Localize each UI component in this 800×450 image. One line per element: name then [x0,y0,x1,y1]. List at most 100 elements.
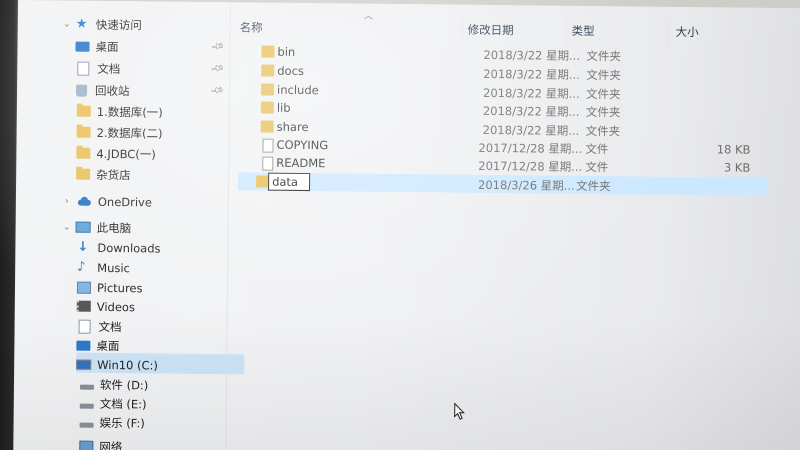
photo-background: ⌄ ★ 快速访问 桌面 📌︎ 文档 📌︎ 回收站 📌︎ 1.数据库(一) 2.数… [0,0,800,450]
nav-label: Pictures [96,280,143,295]
mouse-pointer-icon [454,402,465,420]
star-icon: ★ [75,16,88,32]
pin-icon[interactable]: 📌︎ [210,40,225,55]
nav-desktop[interactable]: 桌面 [75,37,119,56]
cloud-icon [76,196,92,206]
nav-label: 4.JDBC(一) [96,146,156,161]
nav-label: 文档 [98,319,122,334]
chevron-right-icon: › [65,196,69,207]
file-icon [262,138,274,153]
nav-drive-e[interactable]: 文档 (E:) [79,394,147,414]
music-icon: ♪ [77,259,86,275]
column-date-modified[interactable]: 修改日期 [468,22,514,38]
nav-label: Videos [96,299,136,314]
file-type: 文件夹 [585,86,621,102]
chevron-down-icon: ⌄ [62,221,71,233]
recycle-bin-icon [75,84,88,97]
nav-drive-c[interactable]: Win10 (C:) [76,355,158,375]
nav-drive-f[interactable]: 娱乐 (F:) [79,413,145,433]
drive-icon [79,422,94,428]
column-name[interactable]: 名称 [240,19,263,35]
nav-downloads[interactable]: ↓ Downloads [77,238,160,258]
nav-label: Music [97,260,131,275]
nav-quick-access[interactable]: ⌄ ★ 快速访问 [62,14,142,34]
file-name: share [276,119,309,135]
nav-onedrive[interactable]: › OneDrive [62,191,152,211]
nav-drive-d[interactable]: 软件 (D:) [79,375,149,395]
navigation-pane: ⌄ ★ 快速访问 桌面 📌︎ 文档 📌︎ 回收站 📌︎ 1.数据库(一) 2.数… [13,0,245,450]
file-date: 2017/12/28 星期... [478,158,583,174]
file-type: 文件夹 [585,123,621,139]
file-type: 文件夹 [576,178,611,194]
nav-folder-grocery[interactable]: 杂货店 [76,165,131,185]
folder-icon [261,83,275,96]
file-size: 3 KB [723,160,751,175]
chevron-down-icon: ⌄ [62,18,71,30]
rename-text: data [272,174,299,189]
file-type: 文件 [585,141,609,157]
file-type: 文件夹 [586,67,621,83]
file-name: docs [277,63,305,78]
folder-icon [76,147,91,159]
rename-input[interactable]: data [268,172,311,192]
pin-icon[interactable]: 📌︎ [209,62,224,77]
file-date: 2018/3/22 星期... [483,66,580,82]
nav-label: 桌面 [96,338,120,353]
file-name: bin [277,44,296,59]
column-divider[interactable] [461,18,463,43]
nav-label: 回收站 [94,83,130,98]
pin-icon[interactable]: 📌︎ [209,84,224,99]
desktop-icon [75,41,90,52]
nav-label: 此电脑 [96,220,132,235]
nav-music[interactable]: ♪ Music [77,258,130,278]
file-icon [262,156,274,171]
folder-icon [76,105,91,117]
computer-icon [75,221,91,233]
nav-label: 软件 (D:) [99,377,149,392]
download-icon: ↓ [77,239,89,255]
folder-icon [260,120,274,133]
nav-this-pc[interactable]: ⌄ 此电脑 [62,217,132,237]
nav-label: 网络 [99,439,123,450]
file-type: 文件夹 [586,48,622,64]
folder-icon [76,126,91,138]
nav-folder-db1[interactable]: 1.数据库(一) [76,102,163,122]
file-size: 18 KB [716,142,751,157]
nav-videos[interactable]: Videos [76,297,136,317]
file-type: 文件夹 [585,104,621,120]
video-icon [76,300,91,312]
nav-folder-db2[interactable]: 2.数据库(二) [76,123,163,143]
nav-documents[interactable]: 文档 [75,59,120,78]
file-name: COPYING [276,137,329,153]
nav-label: 文档 (E:) [99,396,147,411]
file-name: include [277,82,319,98]
nav-network[interactable]: 网络 [79,437,122,450]
desktop-icon [76,340,91,351]
column-type[interactable]: 类型 [572,23,595,39]
column-divider[interactable] [737,21,739,46]
documents-icon [77,61,90,76]
nav-folder-jdbc[interactable]: 4.JDBC(一) [76,144,156,164]
nav-recycle-bin[interactable]: 回收站 [75,81,130,101]
file-date: 2018/3/22 星期... [483,47,581,63]
drive-icon [79,403,94,409]
pictures-icon [76,281,92,294]
folder-icon [261,64,275,77]
column-divider[interactable] [667,20,669,45]
folder-icon [76,168,91,180]
nav-label: Downloads [97,240,161,256]
file-date: 2018/3/26 星期... [478,177,575,193]
column-divider[interactable] [565,19,567,44]
drive-icon [79,384,94,390]
nav-pictures[interactable]: Pictures [76,278,143,298]
nav-label: Win10 (C:) [97,357,159,372]
nav-label: 文档 [97,61,121,76]
nav-label: 快速访问 [95,17,142,32]
nav-label: OneDrive [97,194,153,209]
nav-pc-desktop[interactable]: 桌面 [76,336,119,355]
column-size[interactable]: 大小 [676,24,699,40]
documents-icon [78,319,91,334]
nav-pc-documents[interactable]: 文档 [76,317,122,336]
folder-icon [261,45,275,58]
file-date: 2017/12/28 星期... [478,140,583,156]
